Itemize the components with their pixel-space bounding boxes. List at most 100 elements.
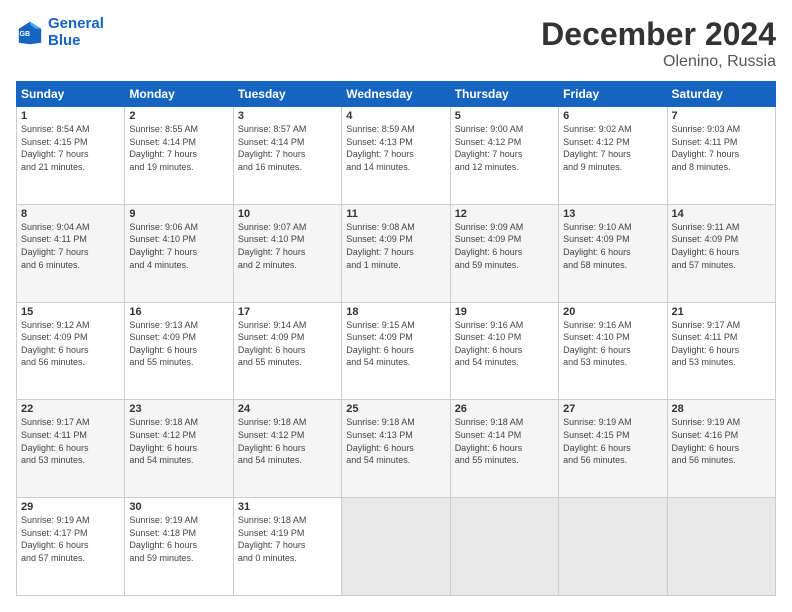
day-number: 28 [672,403,771,415]
day-number: 15 [21,306,120,318]
day-info: Sunrise: 9:00 AM Sunset: 4:12 PM Dayligh… [455,123,554,173]
day-cell: 29Sunrise: 9:19 AM Sunset: 4:17 PM Dayli… [17,498,125,596]
day-info: Sunrise: 9:16 AM Sunset: 4:10 PM Dayligh… [455,319,554,369]
title-block: December 2024 Olenino, Russia [541,16,776,71]
day-info: Sunrise: 9:19 AM Sunset: 4:17 PM Dayligh… [21,514,120,564]
day-number: 14 [672,208,771,220]
day-number: 4 [346,110,445,122]
day-cell: 6Sunrise: 9:02 AM Sunset: 4:12 PM Daylig… [559,107,667,205]
day-number: 29 [21,501,120,513]
day-cell: 8Sunrise: 9:04 AM Sunset: 4:11 PM Daylig… [17,204,125,302]
day-cell: 24Sunrise: 9:18 AM Sunset: 4:12 PM Dayli… [233,400,341,498]
day-number: 12 [455,208,554,220]
week-row-4: 22Sunrise: 9:17 AM Sunset: 4:11 PM Dayli… [17,400,776,498]
logo-text: General Blue [48,16,104,49]
day-cell: 18Sunrise: 9:15 AM Sunset: 4:09 PM Dayli… [342,302,450,400]
week-row-2: 8Sunrise: 9:04 AM Sunset: 4:11 PM Daylig… [17,204,776,302]
day-number: 17 [238,306,337,318]
day-cell: 17Sunrise: 9:14 AM Sunset: 4:09 PM Dayli… [233,302,341,400]
day-cell: 3Sunrise: 8:57 AM Sunset: 4:14 PM Daylig… [233,107,341,205]
day-number: 20 [563,306,662,318]
subtitle: Olenino, Russia [541,53,776,71]
column-header-tuesday: Tuesday [233,82,341,107]
day-number: 9 [129,208,228,220]
day-info: Sunrise: 9:07 AM Sunset: 4:10 PM Dayligh… [238,221,337,271]
day-info: Sunrise: 9:04 AM Sunset: 4:11 PM Dayligh… [21,221,120,271]
day-info: Sunrise: 9:16 AM Sunset: 4:10 PM Dayligh… [563,319,662,369]
day-cell: 28Sunrise: 9:19 AM Sunset: 4:16 PM Dayli… [667,400,775,498]
day-number: 31 [238,501,337,513]
day-info: Sunrise: 9:19 AM Sunset: 4:18 PM Dayligh… [129,514,228,564]
day-cell: 16Sunrise: 9:13 AM Sunset: 4:09 PM Dayli… [125,302,233,400]
day-number: 23 [129,403,228,415]
day-info: Sunrise: 9:18 AM Sunset: 4:12 PM Dayligh… [238,416,337,466]
day-cell: 13Sunrise: 9:10 AM Sunset: 4:09 PM Dayli… [559,204,667,302]
day-number: 18 [346,306,445,318]
day-cell: 4Sunrise: 8:59 AM Sunset: 4:13 PM Daylig… [342,107,450,205]
day-info: Sunrise: 9:02 AM Sunset: 4:12 PM Dayligh… [563,123,662,173]
column-header-friday: Friday [559,82,667,107]
day-info: Sunrise: 9:15 AM Sunset: 4:09 PM Dayligh… [346,319,445,369]
day-cell: 25Sunrise: 9:18 AM Sunset: 4:13 PM Dayli… [342,400,450,498]
day-info: Sunrise: 9:19 AM Sunset: 4:16 PM Dayligh… [672,416,771,466]
day-info: Sunrise: 9:10 AM Sunset: 4:09 PM Dayligh… [563,221,662,271]
day-number: 22 [21,403,120,415]
day-info: Sunrise: 9:18 AM Sunset: 4:12 PM Dayligh… [129,416,228,466]
day-number: 2 [129,110,228,122]
day-info: Sunrise: 9:19 AM Sunset: 4:15 PM Dayligh… [563,416,662,466]
day-number: 8 [21,208,120,220]
day-info: Sunrise: 9:13 AM Sunset: 4:09 PM Dayligh… [129,319,228,369]
day-cell [559,498,667,596]
day-info: Sunrise: 9:14 AM Sunset: 4:09 PM Dayligh… [238,319,337,369]
day-cell: 2Sunrise: 8:55 AM Sunset: 4:14 PM Daylig… [125,107,233,205]
day-cell [450,498,558,596]
column-header-thursday: Thursday [450,82,558,107]
week-row-5: 29Sunrise: 9:19 AM Sunset: 4:17 PM Dayli… [17,498,776,596]
week-row-1: 1Sunrise: 8:54 AM Sunset: 4:15 PM Daylig… [17,107,776,205]
column-header-sunday: Sunday [17,82,125,107]
day-info: Sunrise: 9:12 AM Sunset: 4:09 PM Dayligh… [21,319,120,369]
day-info: Sunrise: 8:55 AM Sunset: 4:14 PM Dayligh… [129,123,228,173]
day-info: Sunrise: 9:08 AM Sunset: 4:09 PM Dayligh… [346,221,445,271]
day-cell: 1Sunrise: 8:54 AM Sunset: 4:15 PM Daylig… [17,107,125,205]
day-cell: 14Sunrise: 9:11 AM Sunset: 4:09 PM Dayli… [667,204,775,302]
column-header-saturday: Saturday [667,82,775,107]
day-number: 6 [563,110,662,122]
day-cell: 21Sunrise: 9:17 AM Sunset: 4:11 PM Dayli… [667,302,775,400]
day-number: 25 [346,403,445,415]
day-number: 7 [672,110,771,122]
calendar-table: SundayMondayTuesdayWednesdayThursdayFrid… [16,81,776,596]
day-cell: 5Sunrise: 9:00 AM Sunset: 4:12 PM Daylig… [450,107,558,205]
day-cell: 12Sunrise: 9:09 AM Sunset: 4:09 PM Dayli… [450,204,558,302]
page: GB General Blue December 2024 Olenino, R… [0,0,792,612]
column-header-wednesday: Wednesday [342,82,450,107]
day-cell: 31Sunrise: 9:18 AM Sunset: 4:19 PM Dayli… [233,498,341,596]
day-number: 16 [129,306,228,318]
day-number: 3 [238,110,337,122]
day-number: 5 [455,110,554,122]
day-number: 10 [238,208,337,220]
day-info: Sunrise: 8:59 AM Sunset: 4:13 PM Dayligh… [346,123,445,173]
day-info: Sunrise: 9:06 AM Sunset: 4:10 PM Dayligh… [129,221,228,271]
logo-icon: GB [16,19,44,47]
day-number: 19 [455,306,554,318]
day-info: Sunrise: 9:09 AM Sunset: 4:09 PM Dayligh… [455,221,554,271]
day-cell: 11Sunrise: 9:08 AM Sunset: 4:09 PM Dayli… [342,204,450,302]
day-cell: 26Sunrise: 9:18 AM Sunset: 4:14 PM Dayli… [450,400,558,498]
day-number: 13 [563,208,662,220]
day-info: Sunrise: 9:18 AM Sunset: 4:19 PM Dayligh… [238,514,337,564]
day-info: Sunrise: 9:03 AM Sunset: 4:11 PM Dayligh… [672,123,771,173]
day-info: Sunrise: 9:18 AM Sunset: 4:14 PM Dayligh… [455,416,554,466]
logo-blue: Blue [48,33,104,50]
day-info: Sunrise: 9:17 AM Sunset: 4:11 PM Dayligh… [21,416,120,466]
day-cell: 27Sunrise: 9:19 AM Sunset: 4:15 PM Dayli… [559,400,667,498]
svg-text:GB: GB [20,30,31,37]
day-cell [342,498,450,596]
day-info: Sunrise: 9:18 AM Sunset: 4:13 PM Dayligh… [346,416,445,466]
day-info: Sunrise: 8:57 AM Sunset: 4:14 PM Dayligh… [238,123,337,173]
day-cell: 22Sunrise: 9:17 AM Sunset: 4:11 PM Dayli… [17,400,125,498]
day-number: 1 [21,110,120,122]
day-cell: 9Sunrise: 9:06 AM Sunset: 4:10 PM Daylig… [125,204,233,302]
logo-general: General [48,15,104,32]
logo: GB General Blue [16,16,104,49]
